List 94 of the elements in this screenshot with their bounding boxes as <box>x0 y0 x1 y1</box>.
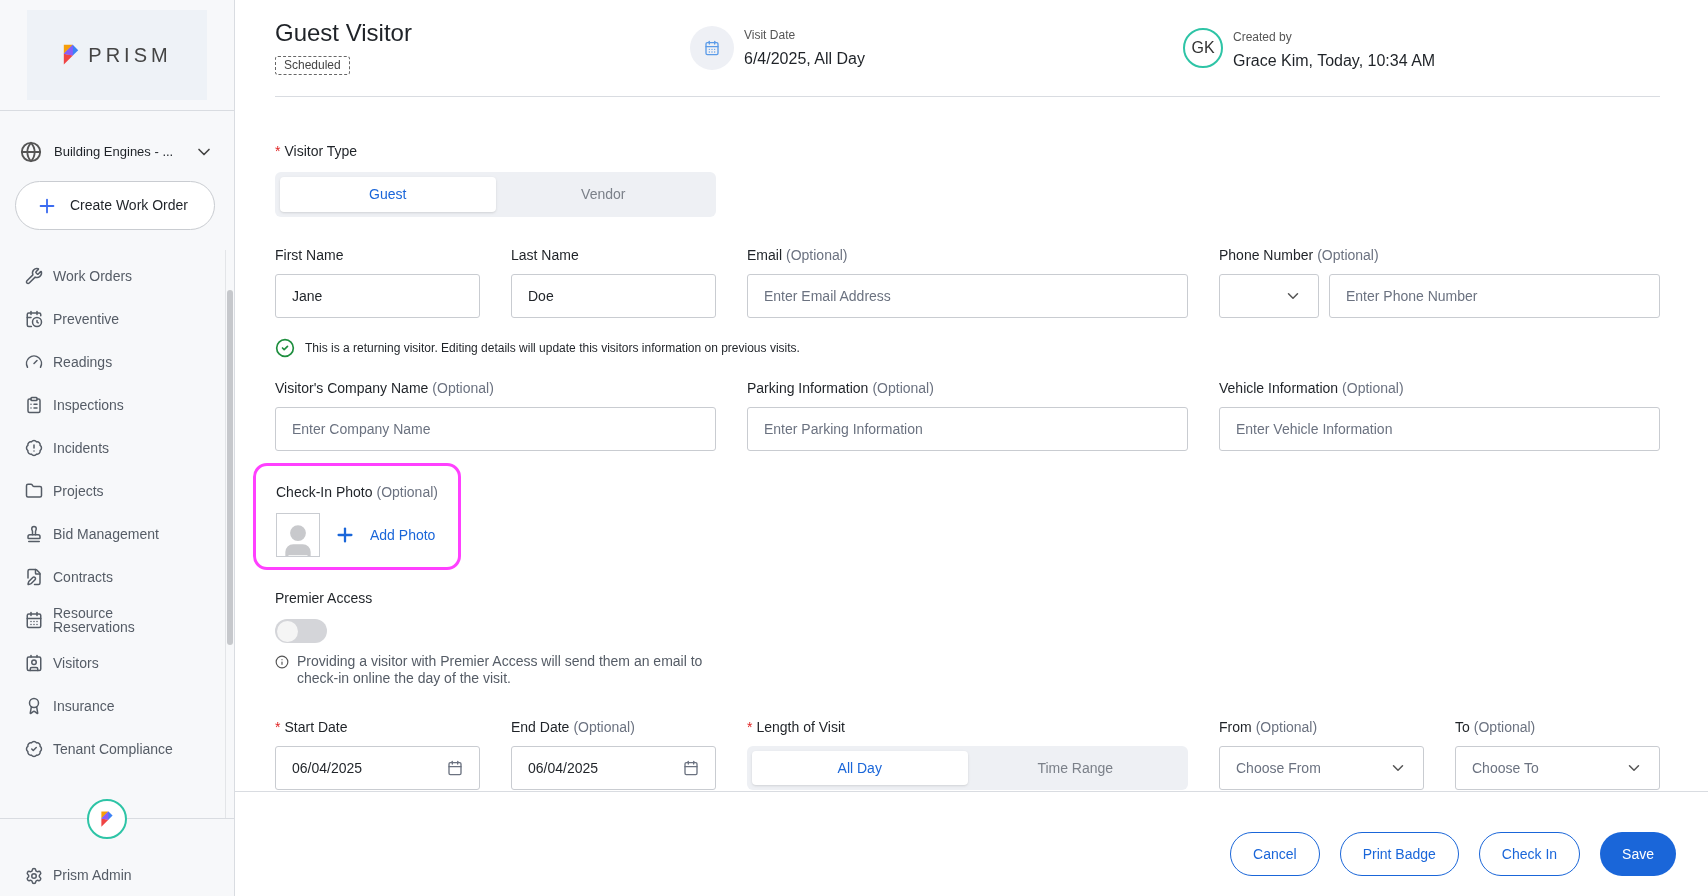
gauge-icon <box>25 352 43 371</box>
avatar-initials: GK <box>1183 28 1223 68</box>
created-by: Grace Kim, Today, 10:34 AM <box>1233 51 1436 71</box>
input-field[interactable]: Doe <box>511 274 716 318</box>
logo-text: PRISM <box>88 43 172 68</box>
field-label: Visitor Type <box>284 142 358 161</box>
field-label: End Date <box>511 718 570 737</box>
input-field[interactable]: Jane <box>275 274 480 318</box>
create-work-order-button[interactable]: Create Work Order <box>15 181 215 230</box>
field-label: Start Date <box>284 718 348 737</box>
select-dropdown[interactable]: Choose From <box>1219 746 1424 790</box>
globe-icon <box>20 141 42 163</box>
field-label: Parking Information <box>747 379 869 398</box>
optional-note: (Optional) <box>1317 246 1379 265</box>
nav-item[interactable]: Contracts <box>25 555 225 598</box>
optional-note: (Optional) <box>1342 379 1404 398</box>
settings-icon <box>25 866 43 885</box>
clipboard-icon <box>25 395 43 414</box>
country-code-dropdown[interactable] <box>1219 274 1319 318</box>
optional-note: (Optional) <box>432 379 494 398</box>
building-selector[interactable]: Building Engines - ... <box>54 142 182 162</box>
nav-item[interactable]: Inspections <box>25 383 225 426</box>
field-label: Vehicle Information <box>1219 379 1339 398</box>
required-mark: * <box>275 142 281 161</box>
check-circle-icon <box>275 338 295 358</box>
nav-item[interactable]: Readings <box>25 340 225 383</box>
field-label: Check-In Photo <box>276 483 373 502</box>
field-label: Visitor's Company Name <box>275 379 429 398</box>
visit-date-label: Visit Date <box>744 27 797 44</box>
optional-note: (Optional) <box>573 718 635 737</box>
input-field[interactable]: Enter Parking Information <box>747 407 1188 451</box>
returning-visitor-notice: This is a returning visitor. Editing details will update this visitors information on previous visits. <box>305 340 800 357</box>
alert-badge-icon <box>25 438 43 457</box>
calendar-icon <box>683 760 699 776</box>
field-label: Length of Visit <box>756 718 845 737</box>
required-mark: * <box>747 718 753 737</box>
stamp-icon <box>25 524 43 543</box>
optional-note: (Optional) <box>1473 718 1536 737</box>
wrench-icon <box>25 266 43 285</box>
status-tag: Scheduled <box>275 56 350 75</box>
field-label: Email <box>747 246 782 265</box>
optional-note: (Optional) <box>376 483 438 502</box>
visit-date: 6/4/2025, All Day <box>744 49 865 69</box>
logo-mark-icon <box>62 43 81 67</box>
file-pen-icon <box>25 567 43 586</box>
nav-item[interactable]: Work Orders <box>25 254 225 297</box>
premier-access-info: Providing a visitor with Premier Access will send them an email to check-in online the day of the visit. <box>297 653 704 687</box>
add-photo-button[interactable]: Add Photo <box>334 524 436 546</box>
input-field[interactable]: Enter Company Name <box>275 407 716 451</box>
footer-button[interactable]: Cancel <box>1230 832 1320 876</box>
field-label: Premier Access <box>275 589 374 608</box>
nav-item[interactable]: Resource Reservations <box>25 598 225 641</box>
logo-mark-icon <box>100 809 114 829</box>
calendar-icon <box>447 760 463 776</box>
input-field[interactable]: Enter Phone Number <box>1329 274 1660 318</box>
nav-item[interactable]: Incidents <box>25 426 225 469</box>
info-icon <box>275 655 289 669</box>
field-label: Last Name <box>511 246 579 265</box>
nav-item[interactable]: Visitors <box>25 641 225 684</box>
nav-item[interactable]: Prism Admin <box>25 865 132 886</box>
optional-note: (Optional) <box>872 379 934 398</box>
segment-tab[interactable]: All Day <box>752 751 968 785</box>
date-field[interactable]: 06/04/2025 <box>275 746 480 790</box>
segment-tab[interactable]: Time Range <box>967 751 1183 785</box>
date-field[interactable]: 06/04/2025 <box>511 746 716 790</box>
contact-card-icon <box>25 653 43 672</box>
nav-item[interactable]: Bid Management <box>25 512 225 555</box>
nav-item[interactable]: Tenant Compliance <box>25 727 225 770</box>
optional-note: (Optional) <box>786 246 848 265</box>
footer-button[interactable]: Check In <box>1478 832 1581 876</box>
calendar-clock-icon <box>25 309 43 328</box>
input-field[interactable]: Enter Email Address <box>747 274 1188 318</box>
field-label: From <box>1219 718 1252 737</box>
folder-icon <box>25 481 43 500</box>
segment-tab[interactable]: Guest <box>280 177 496 212</box>
calendar-icon <box>704 40 720 56</box>
footer-button[interactable]: Save <box>1600 832 1676 876</box>
footer-button[interactable]: Print Badge <box>1339 832 1459 876</box>
calendar-icon <box>25 610 43 629</box>
select-dropdown[interactable]: Choose To <box>1455 746 1660 790</box>
segment-tab[interactable]: Vendor <box>495 177 711 212</box>
nav-item[interactable]: Insurance <box>25 684 225 727</box>
toggle-switch[interactable] <box>275 619 327 643</box>
required-mark: * <box>275 718 281 737</box>
nav-item[interactable]: Preventive <box>25 297 225 340</box>
field-label: To <box>1455 718 1470 737</box>
badge-check-icon <box>25 739 43 758</box>
page-title: Guest Visitor <box>275 18 413 48</box>
nav-item[interactable]: Projects <box>25 469 225 512</box>
optional-note: (Optional) <box>1255 718 1318 737</box>
field-label: First Name <box>275 246 344 265</box>
input-field[interactable]: Enter Vehicle Information <box>1219 407 1660 451</box>
field-label: Phone Number <box>1219 246 1314 265</box>
created-by-label: Created by <box>1233 29 1293 46</box>
